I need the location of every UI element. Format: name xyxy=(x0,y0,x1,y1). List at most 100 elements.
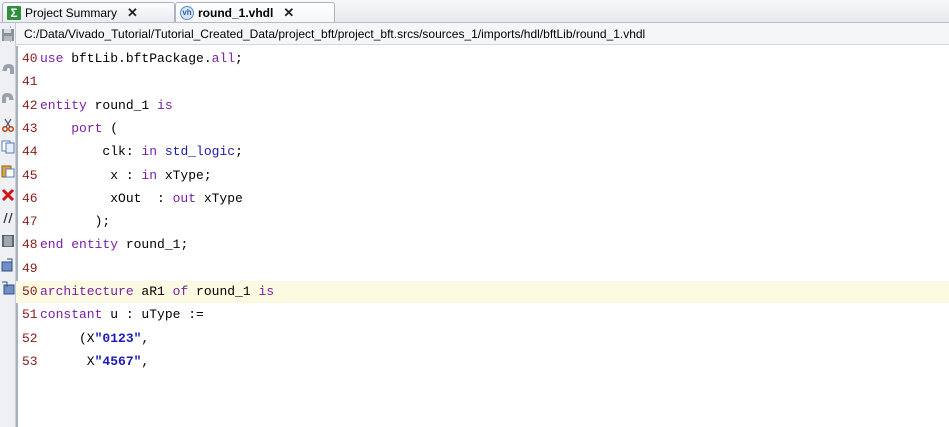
code-token: ; xyxy=(235,51,243,66)
line-number: 48 xyxy=(22,237,38,253)
code-token: u : uType := xyxy=(102,307,204,323)
code-text: entity round_1 is xyxy=(40,95,173,117)
tab-project-summary[interactable]: Σ Project Summary ✕ xyxy=(2,2,175,22)
code-token: , xyxy=(141,353,150,369)
sigma-icon: Σ xyxy=(7,5,21,20)
code-token: use xyxy=(40,51,64,66)
code-line[interactable]: 40 use bftLib.bftPackage.all; xyxy=(16,48,949,70)
code-text: constant u : uType := xyxy=(40,304,204,326)
code-line[interactable]: 42 entity round_1 is xyxy=(16,95,949,117)
code-editor[interactable]: 40 use bftLib.bftPackage.all; 41 42 entity r… xyxy=(16,46,949,427)
code-token: x : xyxy=(40,167,142,183)
code-token: in xyxy=(141,144,158,160)
code-token: of xyxy=(172,284,189,299)
code-text: port ( xyxy=(40,118,118,140)
code-token: is xyxy=(258,284,275,299)
code-line[interactable]: 46 xOut : out xType xyxy=(16,188,949,210)
code-text: end entity round_1; xyxy=(40,234,188,256)
code-token: std_logic xyxy=(164,144,236,160)
code-token: "0123" xyxy=(94,330,142,346)
code-line[interactable]: 50 architecture aR1 of round_1 is xyxy=(16,281,949,303)
line-number: 52 xyxy=(22,330,38,346)
code-token: in xyxy=(141,167,158,183)
line-number: 50 xyxy=(22,284,38,299)
redo-icon[interactable] xyxy=(1,91,15,105)
code-token: port xyxy=(71,120,103,136)
code-line[interactable]: 47 ); xyxy=(16,211,949,233)
code-token: X xyxy=(40,353,95,369)
delete-icon[interactable] xyxy=(1,188,15,202)
editor-tab-bar: Σ Project Summary ✕ vh round_1.vhdl ✕ xyxy=(0,0,949,23)
code-token: round_1; xyxy=(118,237,189,253)
code-line[interactable]: 49 xyxy=(16,258,949,280)
vhdl-file-icon: vh xyxy=(180,5,194,20)
line-number: 43 xyxy=(22,120,38,136)
code-token: ; xyxy=(235,144,243,160)
code-text: ); xyxy=(40,211,111,233)
cut-icon[interactable] xyxy=(1,118,15,132)
code-token: architecture xyxy=(40,284,134,299)
tab-label: round_1.vhdl xyxy=(198,5,274,20)
code-token: is xyxy=(157,97,173,113)
code-token: end xyxy=(40,237,64,253)
insert-template-2-icon[interactable] xyxy=(1,281,15,295)
editor-toolbar xyxy=(0,23,16,427)
insert-template-icon[interactable] xyxy=(1,258,15,272)
line-number: 51 xyxy=(22,307,38,323)
undo-icon[interactable] xyxy=(1,62,15,76)
code-token: xType xyxy=(196,190,243,206)
line-number: 53 xyxy=(22,353,38,369)
code-line[interactable]: 52 (X"0123", xyxy=(16,328,949,350)
code-text: xOut : out xType xyxy=(40,188,243,210)
close-icon[interactable]: ✕ xyxy=(127,5,138,21)
code-line[interactable]: 53 X"4567", xyxy=(16,351,949,373)
align-icon[interactable] xyxy=(1,234,15,248)
code-line[interactable]: 51 constant u : uType := xyxy=(16,304,949,326)
line-number: 46 xyxy=(22,190,38,206)
line-number: 42 xyxy=(22,97,38,113)
comment-icon[interactable] xyxy=(1,211,15,225)
code-token: out xyxy=(172,190,197,206)
line-number: 40 xyxy=(22,51,38,66)
code-line[interactable]: 43 port ( xyxy=(16,118,949,140)
tab-round-1-vhdl[interactable]: vh round_1.vhdl ✕ xyxy=(175,2,335,22)
code-token: bftLib.bftPackage. xyxy=(63,51,212,66)
code-token: (X xyxy=(40,330,95,346)
line-number: 49 xyxy=(22,260,38,276)
code-token: round_1 xyxy=(86,97,158,113)
code-token: constant xyxy=(40,307,103,323)
file-path-bar: C:/Data/Vivado_Tutorial/Tutorial_Created… xyxy=(16,23,949,45)
code-token: ); xyxy=(40,214,111,230)
code-token: xOut : xyxy=(40,190,173,206)
code-text: (X"0123", xyxy=(40,328,149,350)
code-line[interactable]: 45 x : in xType; xyxy=(16,165,949,187)
line-number: 47 xyxy=(22,214,38,230)
code-text: X"4567", xyxy=(40,351,149,373)
line-number: 41 xyxy=(22,74,38,90)
vivado-editor-window: Σ Project Summary ✕ vh round_1.vhdl ✕ C:… xyxy=(0,0,949,427)
code-text: x : in xType; xyxy=(40,165,212,187)
code-token: entity xyxy=(71,237,119,253)
paste-icon[interactable] xyxy=(1,164,15,178)
line-number: 44 xyxy=(22,144,38,160)
code-token: ( xyxy=(102,120,119,136)
code-line[interactable]: 41 xyxy=(16,71,949,93)
code-text: architecture aR1 of round_1 is xyxy=(40,281,274,303)
tab-label: Project Summary xyxy=(25,5,118,20)
code-token: all xyxy=(211,51,236,66)
code-token: clk: xyxy=(40,144,142,160)
code-text: use bftLib.bftPackage.all; xyxy=(40,48,243,70)
line-number: 45 xyxy=(22,167,38,183)
code-token: , xyxy=(141,330,150,346)
close-icon[interactable]: ✕ xyxy=(283,5,294,21)
code-line[interactable]: 44 clk: in std_logic; xyxy=(16,141,949,163)
save-icon[interactable] xyxy=(1,28,15,42)
code-token: entity xyxy=(40,97,87,113)
code-token: xType; xyxy=(157,167,212,183)
code-line[interactable]: 48 end entity round_1; xyxy=(16,234,949,256)
copy-icon[interactable] xyxy=(1,140,15,154)
code-token: "4567" xyxy=(94,353,142,369)
code-token: round_1 xyxy=(188,284,259,299)
